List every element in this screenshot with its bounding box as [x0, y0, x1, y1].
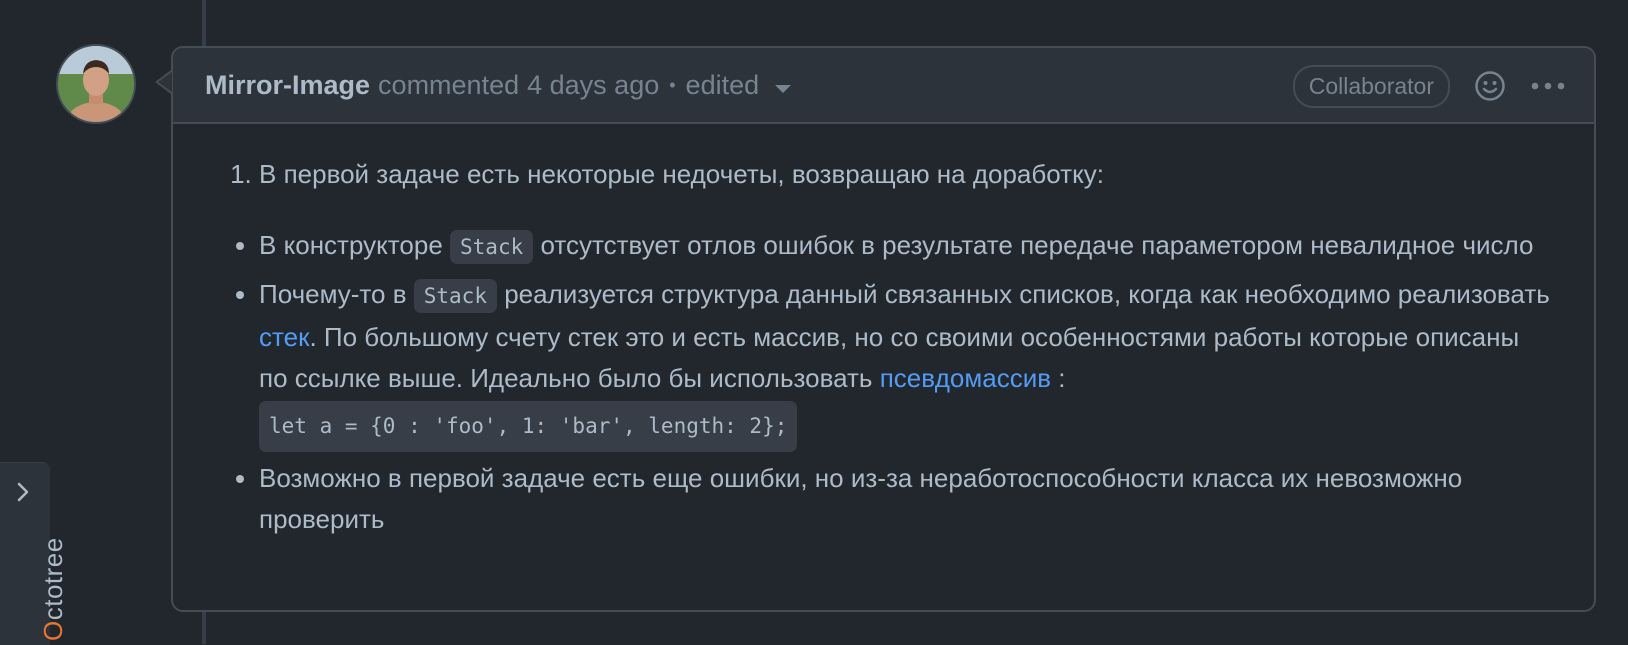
bullet-item: Возможно в первой задаче есть еще ошибки… — [259, 458, 1554, 540]
bullet-item: Почему-то в Stack реализуется структура … — [259, 274, 1554, 452]
separator-dot: • — [669, 74, 676, 95]
octotree-label: Octotree — [38, 537, 68, 641]
header-actions: Collaborator — [1292, 48, 1566, 124]
smiley-icon[interactable] — [1474, 70, 1506, 102]
kebab-horizontal-icon[interactable] — [1530, 81, 1566, 91]
avatar[interactable] — [56, 44, 136, 124]
bullet-text: отсутствует отлов ошибок в результате пе… — [533, 230, 1534, 260]
bullet-text: Почему-то в — [259, 279, 414, 309]
comment-time[interactable]: 4 days ago — [527, 70, 659, 101]
comment-box: Mirror-Image commented 4 days ago • edit… — [171, 46, 1596, 612]
inline-code: Stack — [450, 230, 534, 264]
bullet-text: : — [1051, 363, 1066, 393]
author-link[interactable]: Mirror-Image — [205, 70, 370, 101]
chevron-right-icon[interactable] — [14, 481, 32, 508]
comment-action: commented — [378, 69, 520, 100]
collaborator-badge: Collaborator — [1292, 64, 1450, 108]
edited-label: edited — [685, 69, 760, 100]
inline-code: Stack — [413, 279, 497, 313]
bullet-item: В конструкторе Stack отсутствует отлов о… — [259, 225, 1554, 268]
ordered-list-item: В первой задаче есть некоторые недочеты,… — [259, 154, 1554, 195]
bullet-text: В конструкторе — [259, 230, 451, 260]
octotree-sidebar-toggle[interactable]: Octotree — [0, 462, 68, 645]
inline-code-example: let a = {0 : 'foo', 1: 'bar', length: 2}… — [259, 401, 798, 452]
ordered-list: В первой задаче есть некоторые недочеты,… — [223, 154, 1554, 195]
bullet-text: реализуется структура данный связанных с… — [496, 279, 1550, 309]
comment-caret-fill — [158, 72, 172, 92]
comment-header: Mirror-Image commented 4 days ago • edit… — [173, 48, 1594, 124]
triangle-down-icon — [775, 85, 792, 93]
link-pseudoarray[interactable]: псевдомассив — [880, 363, 1051, 393]
edited-history-dropdown[interactable]: edited — [686, 70, 792, 101]
link-stack[interactable]: стек — [259, 322, 309, 352]
comment-body: В первой задаче есть некоторые недочеты,… — [173, 124, 1594, 540]
bullet-list: В конструкторе Stack отсутствует отлов о… — [223, 225, 1554, 540]
